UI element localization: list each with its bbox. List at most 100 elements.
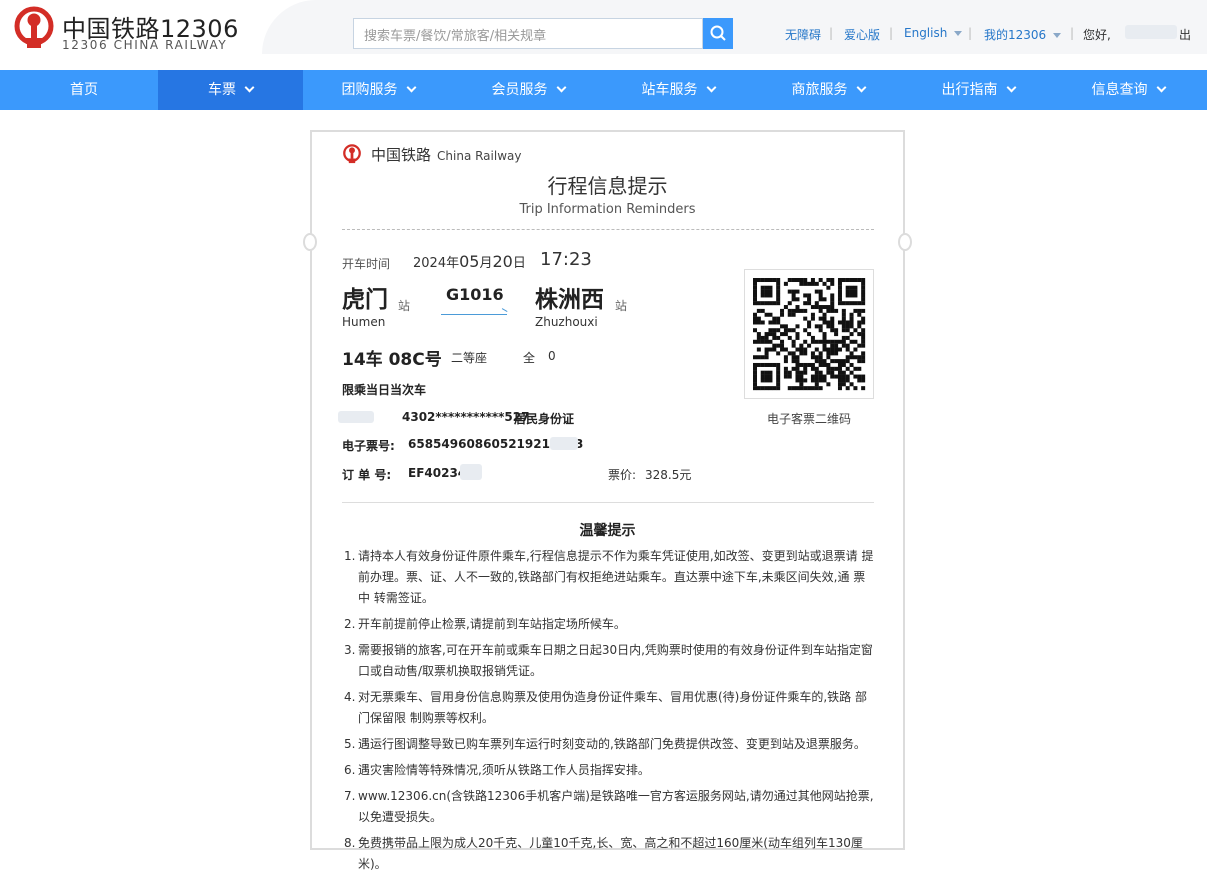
chevron-down-icon: [706, 82, 716, 93]
nav-item-tickets[interactable]: 车票: [158, 70, 303, 110]
accessibility-link[interactable]: 无障碍: [785, 26, 821, 43]
nav-item-group-service[interactable]: 团购服务: [303, 70, 453, 110]
nav-label: 信息查询: [1091, 82, 1148, 98]
card-brand-en: China Railway: [437, 149, 522, 163]
trip-info-card: 中国铁路 China Railway 行程信息提示 Trip Informatio…: [303, 130, 912, 871]
my12306-dropdown[interactable]: 我的12306: [984, 26, 1062, 43]
nav-item-info-query[interactable]: 信息查询: [1053, 70, 1203, 110]
section-divider: [342, 502, 874, 503]
username-redacted: [1125, 25, 1177, 42]
fare-type: 全: [523, 351, 536, 365]
tips-list: 1. 请持本人有效身份证件原件乘车,行程信息提示不作为乘车凭证使用,如改签、变更到…: [344, 546, 876, 880]
passenger-name-redacted: [338, 408, 374, 427]
nav-item-travel-guide[interactable]: 出行指南: [903, 70, 1053, 110]
depart-time: 17:23: [540, 249, 592, 270]
english-label: English: [904, 26, 948, 40]
brand-subtitle: 12306 CHINA RAILWAY: [62, 38, 228, 52]
chevron-down-icon: [244, 82, 255, 93]
nav-label: 商旅服务: [791, 82, 848, 98]
nav-label: 站车服务: [641, 82, 698, 98]
nav-item-business-travel[interactable]: 商旅服务: [753, 70, 903, 110]
chevron-down-icon: [1053, 33, 1062, 38]
chevron-down-icon: [406, 82, 416, 93]
chevron-down-icon: [556, 82, 566, 93]
tip-text: 对无票乘车、冒用身份信息购票及使用伪造身份证件乘车、冒用优惠(待)身份证件乘车的…: [358, 690, 867, 725]
tip-text: 遇运行图调整导致已购车票列车运行时刻变动的,铁路部门免费提供改签、变更到站及退票…: [358, 737, 866, 751]
chevron-down-icon: [1006, 82, 1016, 93]
tip-text: 免费携带品上限为成人20千克、儿童10千克,长、宽、高之和不超过160厘米(动车…: [358, 836, 863, 871]
card-title: 行程信息提示: [547, 174, 668, 198]
my12306-label: 我的12306: [984, 28, 1047, 42]
main-nav: 首页 车票 团购服务 会员服务 站车服务 商旅服务 出行指南 信息查询: [0, 70, 1207, 110]
list-item: 3. 需要报销的旅客,可在开车前或乘车日期之日起30日内,凭购票时使用的有效身份证…: [344, 640, 876, 682]
nav-item-member-service[interactable]: 会员服务: [453, 70, 603, 110]
order-redaction: [460, 464, 482, 484]
order-label: 订 单 号:: [342, 468, 392, 482]
english-dropdown[interactable]: English: [904, 26, 963, 40]
care-version-link[interactable]: 爱心版: [844, 26, 880, 43]
chevron-down-icon: [856, 82, 866, 93]
qr-caption: 电子客票二维码: [766, 412, 851, 426]
tip-text: 需要报销的旅客,可在开车前或乘车日期之日起30日内,凭购票时使用的有效身份证件到…: [358, 643, 873, 678]
card-subtitle: Trip Information Reminders: [519, 202, 696, 217]
eticket-qr-code: [744, 269, 874, 399]
card-brand-cn: 中国铁路: [371, 146, 432, 164]
nav-label: 会员服务: [491, 82, 548, 98]
nav-label: 车票: [208, 82, 236, 98]
divider: |: [889, 26, 894, 40]
list-item: 8. 免费携带品上限为成人20千克、儿童10千克,长、宽、高之和不超过160厘米(…: [344, 833, 876, 875]
qr-code-icon: [753, 278, 866, 391]
tip-text: 开车前提前停止检票,请提前到车站指定场所候车。: [358, 617, 626, 631]
date-day-suffix: 日: [512, 256, 526, 271]
list-item: 1. 请持本人有效身份证件原件乘车,行程信息提示不作为乘车凭证使用,如改签、变更到…: [344, 546, 876, 609]
chevron-down-icon: [954, 31, 963, 36]
nav-label: 出行指南: [941, 82, 998, 98]
list-item: 5. 遇运行图调整导致已购车票列车运行时刻变动的,铁路部门免费提供改签、变更到站及…: [344, 734, 876, 755]
dashed-divider: [342, 229, 874, 230]
from-station-pinyin: Humen: [342, 315, 386, 329]
divider: |: [1070, 26, 1075, 40]
nav-label: 首页: [70, 82, 98, 98]
date-year: 2024年: [413, 256, 460, 271]
id-number: 4302***********527: [402, 410, 530, 424]
to-station-pinyin: Zhuzhouxi: [535, 315, 598, 329]
date-month-suffix: 月: [479, 256, 493, 271]
depart-time-label: 开车时间: [342, 257, 391, 271]
to-station-suffix: 站: [615, 299, 628, 313]
id-type: 居民身份证: [514, 412, 575, 426]
tip-text: 遇灾害险情等特殊情况,须听从铁路工作人员指挥安排。: [358, 763, 650, 777]
price-value: 328.5元: [645, 468, 692, 482]
eticket-label: 电子票号:: [342, 439, 395, 453]
order-number: EF40234: [408, 466, 467, 480]
list-item: 2. 开车前提前停止检票,请提前到车站指定场所候车。: [344, 614, 876, 635]
train-number: G1016: [446, 285, 504, 304]
logout-link[interactable]: 出: [1179, 26, 1191, 43]
divider: |: [829, 26, 834, 40]
top-header: 中国铁路12306 12306 CHINA RAILWAY 搜索车票/餐饮/常旅…: [0, 0, 1207, 70]
date-day: 20: [492, 252, 513, 271]
ticket-notch-left: [303, 233, 317, 251]
chevron-down-icon: [1156, 82, 1166, 93]
search-button[interactable]: [703, 18, 733, 49]
card-brand: 中国铁路 China Railway: [371, 144, 521, 165]
ride-restriction: 限乘当日当次车: [342, 383, 427, 397]
china-railway-logo[interactable]: [12, 6, 56, 50]
price-label: 票价:: [608, 468, 637, 482]
depart-date: 2024年05月20日: [413, 252, 526, 271]
search-input[interactable]: 搜索车票/餐饮/常旅客/相关规章: [353, 18, 703, 49]
seat-class: 二等座: [451, 351, 488, 365]
tip-text: www.12306.cn(含铁路12306手机客户端)是铁路唯一官方客运服务网站…: [358, 789, 874, 824]
fare-type-value: 0: [548, 349, 556, 363]
nav-item-home[interactable]: 首页: [10, 70, 158, 110]
search-icon: [710, 25, 726, 41]
ticket-notch-right: [898, 233, 912, 251]
tips-title: 温馨提示: [579, 523, 636, 539]
list-item: 7. www.12306.cn(含铁路12306手机客户端)是铁路唯一官方客运服务…: [344, 786, 876, 828]
date-month: 05: [459, 252, 480, 271]
tip-text: 请持本人有效身份证件原件乘车,行程信息提示不作为乘车凭证使用,如改签、变更到站或…: [358, 549, 874, 605]
nav-item-station-service[interactable]: 站车服务: [603, 70, 753, 110]
from-station: 虎门: [342, 287, 388, 313]
from-station-suffix: 站: [398, 299, 411, 313]
china-railway-logo: [343, 144, 361, 164]
seat-number: 14车 08C号: [342, 350, 442, 370]
